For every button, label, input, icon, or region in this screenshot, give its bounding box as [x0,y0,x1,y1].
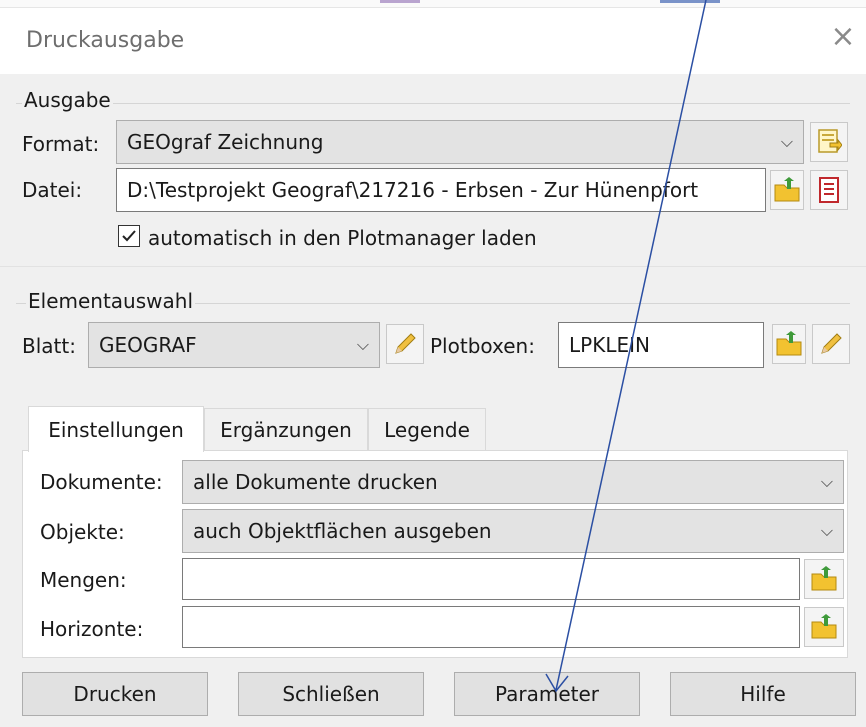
tab-ergaenzungen[interactable]: Ergänzungen [204,408,368,450]
chevron-down-icon: ⌵ [356,335,369,354]
chevron-down-icon: ⌵ [780,132,793,151]
plotboxen-browse-button[interactable] [772,324,806,364]
hilfe-button[interactable]: Hilfe [670,672,856,716]
chevron-down-icon: ⌵ [820,472,833,491]
format-settings-button[interactable] [810,122,848,162]
group-label-elementauswahl: Elementauswahl [26,289,195,313]
blatt-label: Blatt: [22,334,76,358]
plotboxen-edit-button[interactable] [812,324,850,364]
objekte-label: Objekte: [40,520,125,544]
mengen-label: Mengen: [40,568,127,592]
dokumente-label: Dokumente: [40,470,163,494]
strip-mark [380,0,420,3]
schliessen-button[interactable]: Schließen [238,672,424,716]
folder-open-icon [811,566,837,591]
dokumente-select[interactable]: alle Dokumente drucken ⌵ [182,460,844,504]
objekte-select[interactable]: auch Objektflächen ausgeben ⌵ [182,509,844,553]
mengen-browse-button[interactable] [804,559,844,599]
top-strip [0,0,866,8]
blatt-select[interactable]: GEOGRAF ⌵ [88,322,380,368]
datei-input[interactable]: D:\Testprojekt Geograf\217216 - Erbsen -… [116,168,766,212]
close-icon[interactable]: × [828,22,858,52]
strip-mark [660,0,720,3]
blatt-value: GEOGRAF [99,333,197,357]
window-title: Druckausgabe [26,28,185,53]
datei-browse-button[interactable] [770,170,804,210]
plotmanager-checkbox-label: automatisch in den Plotmanager laden [148,226,537,250]
objekte-value: auch Objektflächen ausgeben [193,519,492,543]
pencil-icon [395,333,416,354]
group-label-ausgabe: Ausgabe [22,88,113,112]
format-value: GEOgraf Zeichnung [127,130,324,154]
horizonte-browse-button[interactable] [804,607,844,647]
document-list-icon [819,177,839,203]
horizonte-input[interactable] [182,606,800,648]
drucken-button[interactable]: Drucken [22,672,208,716]
plotboxen-input[interactable]: LPKLEIN [558,322,764,368]
checkmark-icon [122,230,136,242]
folder-open-icon [811,614,837,639]
datei-value: D:\Testprojekt Geograf\217216 - Erbsen -… [127,178,699,202]
tab-legende[interactable]: Legende [368,408,486,450]
horizonte-label: Horizonte: [40,617,144,641]
plotboxen-value: LPKLEIN [569,333,650,357]
mengen-input[interactable] [182,558,800,600]
pencil-icon [821,333,842,354]
format-select[interactable]: GEOgraf Zeichnung ⌵ [116,120,804,164]
folder-open-icon [774,177,800,202]
section-separator [0,266,866,267]
plotmanager-checkbox[interactable] [118,225,140,247]
plotboxen-label: Plotboxen: [430,334,535,358]
format-label: Format: [22,132,100,156]
dokumente-value: alle Dokumente drucken [193,470,438,494]
format-settings-icon [818,129,842,153]
parameter-button[interactable]: Parameter [454,672,640,716]
tab-einstellungen[interactable]: Einstellungen [28,406,204,452]
document-list-button[interactable] [810,170,848,210]
datei-label: Datei: [22,178,83,202]
blatt-edit-button[interactable] [386,324,424,364]
chevron-down-icon: ⌵ [820,521,833,540]
folder-open-icon [776,331,802,356]
group-divider [16,103,850,104]
